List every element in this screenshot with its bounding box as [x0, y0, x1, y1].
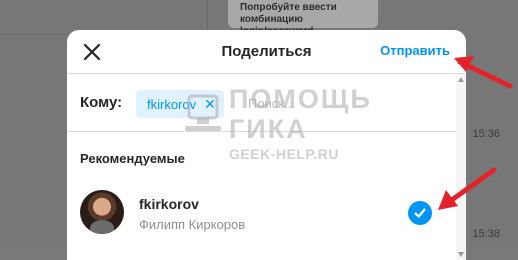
- send-button[interactable]: Отправить: [380, 43, 450, 58]
- recipients-label: Кому:: [80, 94, 123, 111]
- checkmark-icon: [414, 208, 426, 218]
- selected-checkbox[interactable]: [408, 201, 432, 225]
- scrollbar[interactable]: [456, 74, 466, 260]
- background-timestamp: 15:38: [472, 228, 500, 240]
- scroll-up-icon[interactable]: [458, 77, 464, 82]
- scroll-down-icon[interactable]: [458, 252, 464, 257]
- recipients-row: Кому: fkirkorov ✕: [67, 74, 466, 132]
- background-message-card: Попробуйте ввести комбинацию login/passw…: [228, 0, 378, 37]
- share-dialog: Поделиться Отправить Кому: fkirkorov ✕ Р…: [67, 30, 466, 260]
- remove-chip-icon[interactable]: ✕: [204, 97, 216, 111]
- avatar: [80, 190, 124, 234]
- recipient-chip-label: fkirkorov: [147, 96, 197, 112]
- suggested-full-name: Филипп Киркоров: [139, 217, 246, 232]
- suggested-section-label: Рекомендуемые: [80, 151, 185, 166]
- recipient-search-input[interactable]: [248, 96, 428, 111]
- recipient-chip[interactable]: fkirkorov ✕: [136, 90, 224, 118]
- dialog-header: Поделиться Отправить: [67, 30, 466, 74]
- suggested-user-row[interactable]: fkirkorov Филипп Киркоров: [67, 180, 456, 250]
- suggested-username: fkirkorov: [139, 196, 199, 212]
- background-timestamp: 15:36: [472, 128, 500, 140]
